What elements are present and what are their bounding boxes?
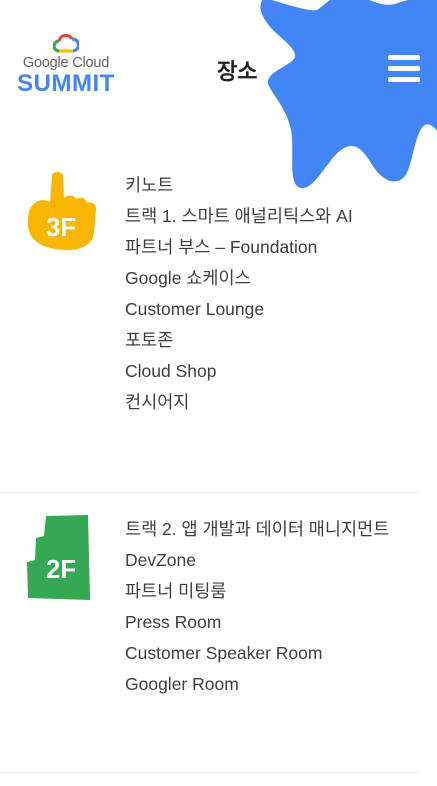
google-cloud-summit-logo[interactable]: Google Cloud SUMMIT (16, 34, 116, 96)
logo-text-summit: SUMMIT (17, 70, 115, 97)
pointing-hand-icon: 3F (27, 171, 97, 250)
menu-bar (388, 66, 420, 71)
list-item: Cloud Shop (125, 361, 217, 381)
list-item: 키노트 (125, 175, 174, 195)
list-item: Googler Room (125, 674, 239, 694)
logo-text-google-cloud: Google Cloud (22, 55, 110, 71)
google-cloud-icon (53, 34, 79, 53)
list-item: Press Room (125, 612, 222, 632)
hamburger-menu-icon[interactable] (388, 55, 420, 83)
stairs-icon: 2F (27, 515, 90, 600)
list-item: 파트너 미팅룸 (125, 581, 227, 601)
menu-bar (388, 77, 420, 82)
list-item: Customer Speaker Room (125, 643, 323, 663)
list-item: DevZone (125, 550, 197, 570)
floor-badge-3f: 3F (46, 212, 76, 242)
section-divider (0, 492, 420, 493)
list-item: Google 쇼케이스 (125, 268, 251, 288)
menu-bar (388, 55, 420, 60)
page-title: 장소 (217, 59, 258, 84)
list-item: 컨시어지 (125, 392, 190, 412)
list-item: 트랙 1. 스마트 애널리틱스와 AI (125, 206, 353, 226)
section-divider (0, 772, 420, 773)
floor-badge-2f: 2F (46, 554, 76, 584)
list-item: 포토존 (125, 330, 174, 350)
room-list-3f: 키노트 트랙 1. 스마트 애널리틱스와 AI 파트너 부스 – Foundat… (125, 170, 353, 418)
page-header: Google Cloud SUMMIT 장소 (0, 0, 437, 120)
list-item: 트랙 2. 앱 개발과 데이터 매니지먼트 (125, 519, 390, 539)
room-list-2f: 트랙 2. 앱 개발과 데이터 매니지먼트 DevZone 파트너 미팅룸 Pr… (125, 514, 389, 700)
list-item: Customer Lounge (125, 299, 265, 319)
list-item: 파트너 부스 – Foundation (125, 237, 318, 257)
